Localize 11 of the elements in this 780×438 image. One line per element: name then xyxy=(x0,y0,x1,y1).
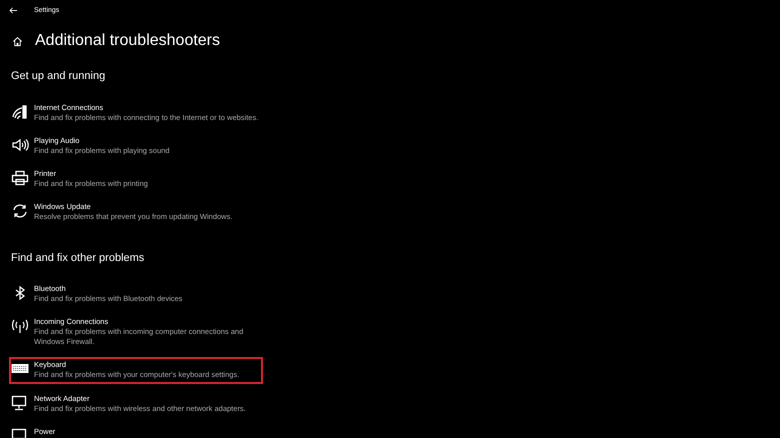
speaker-icon xyxy=(11,137,29,153)
back-icon[interactable] xyxy=(9,6,18,14)
home-icon[interactable] xyxy=(12,36,23,46)
monitor-icon xyxy=(11,395,29,411)
section-heading: Get up and running xyxy=(11,69,106,84)
printer-icon xyxy=(11,170,29,186)
page-title: Additional troubleshooters xyxy=(35,32,220,50)
refresh-icon xyxy=(11,203,29,219)
antenna-icon xyxy=(11,318,29,334)
section-heading: Find and fix other problems xyxy=(11,251,146,266)
wifi-icon xyxy=(11,104,29,120)
